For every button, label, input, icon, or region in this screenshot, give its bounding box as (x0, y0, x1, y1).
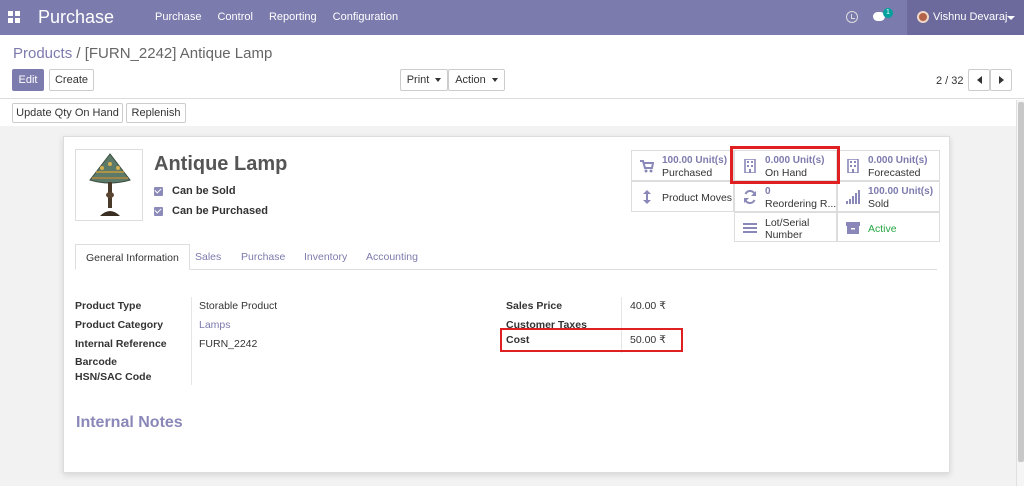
refresh-icon (744, 190, 756, 204)
caret-down-icon (491, 78, 498, 82)
print-dropdown[interactable]: Print (400, 69, 448, 91)
divider (0, 98, 1024, 99)
can-be-sold-label: Can be Sold (172, 185, 236, 197)
tab-accounting[interactable]: Accounting (356, 244, 428, 270)
hsn-sac-code-label: HSN/SAC Code (75, 371, 152, 383)
caret-down-icon (1007, 16, 1015, 20)
breadcrumb-separator: / (76, 45, 81, 62)
sold-smart-button[interactable]: 100.00 Unit(s) Sold (837, 181, 940, 212)
tab-sales[interactable]: Sales (185, 244, 231, 270)
print-label: Print (406, 74, 430, 86)
user-name: Vishnu Devaraj (933, 11, 1008, 23)
sales-price-value[interactable]: 40.00 ₹ (630, 300, 666, 312)
internal-reference-value[interactable]: FURN_2242 (199, 338, 257, 350)
lot-serial-smart-button[interactable]: Lot/Serial Number (734, 212, 837, 242)
sales-price-label: Sales Price (506, 300, 563, 312)
scrollbar-thumb[interactable] (1018, 102, 1024, 462)
purchased-value: 100.00 Unit(s) (662, 155, 728, 166)
pager-previous-button[interactable] (968, 69, 990, 91)
purchased-smart-button[interactable]: 100.00 Unit(s) Purchased (631, 150, 734, 181)
cost-highlight (500, 328, 683, 352)
scrollbar[interactable] (1016, 100, 1024, 486)
replenish-button[interactable]: Replenish (126, 103, 186, 123)
menu-item-reporting[interactable]: Reporting (269, 11, 317, 23)
active-toggle-button[interactable]: Active (837, 212, 940, 242)
activity-clock-icon[interactable] (846, 11, 858, 23)
chevron-left-icon (976, 76, 982, 84)
reordering-value: 0 (765, 186, 771, 197)
caret-down-icon (435, 78, 442, 82)
can-be-purchased-checkbox[interactable] (154, 207, 163, 216)
purchased-label: Purchased (662, 167, 713, 179)
vertical-arrows-icon (643, 190, 651, 204)
product-form-sheet: Antique Lamp Can be Sold Can be Purchase… (63, 136, 950, 473)
product-name: Antique Lamp (154, 153, 288, 175)
user-menu[interactable]: Vishnu Devaraj (907, 0, 1024, 35)
menu-item-control[interactable]: Control (217, 11, 252, 23)
internal-reference-label: Internal Reference (75, 338, 167, 350)
forecasted-label: Forecasted (868, 167, 921, 179)
create-button[interactable]: Create (49, 69, 94, 91)
chevron-right-icon (998, 76, 1004, 84)
lot-serial-label-line2: Number (765, 229, 803, 241)
reordering-rules-smart-button[interactable]: 0 Reordering R... (734, 181, 837, 212)
tab-inventory[interactable]: Inventory (294, 244, 357, 270)
can-be-purchased-label: Can be Purchased (172, 205, 268, 217)
active-label: Active (868, 223, 897, 235)
signal-bars-icon (846, 190, 860, 204)
chat-count-badge: 1 (883, 8, 893, 18)
apps-menu-icon[interactable] (8, 11, 20, 23)
update-qty-on-hand-button[interactable]: Update Qty On Hand (12, 103, 123, 123)
list-icon (743, 223, 757, 233)
product-category-label: Product Category (75, 319, 164, 331)
avatar (917, 11, 929, 23)
building-icon (847, 159, 859, 173)
product-category-link[interactable]: Lamps (199, 319, 231, 331)
breadcrumb-products-link[interactable]: Products (13, 45, 72, 62)
barcode-label: Barcode (75, 356, 118, 368)
product-type-value[interactable]: Storable Product (199, 300, 277, 312)
app-title[interactable]: Purchase (38, 7, 114, 28)
menu-item-configuration[interactable]: Configuration (333, 11, 398, 23)
internal-notes-title: Internal Notes (76, 414, 183, 431)
action-dropdown[interactable]: Action (448, 69, 505, 91)
tab-purchase[interactable]: Purchase (231, 244, 295, 270)
archive-icon (846, 222, 860, 234)
product-image[interactable] (75, 149, 143, 221)
reordering-label: Reordering R... (765, 198, 837, 210)
top-navbar: Purchase Purchase Control Reporting Conf… (0, 0, 1024, 35)
forecasted-value: 0.000 Unit(s) (868, 155, 928, 166)
product-type-label: Product Type (75, 300, 142, 312)
lamp-image-icon (89, 153, 131, 216)
breadcrumb-current: [FURN_2242] Antique Lamp (84, 45, 273, 62)
shopping-cart-icon (640, 160, 654, 173)
edit-button[interactable]: Edit (12, 69, 44, 91)
action-label: Action (455, 74, 486, 86)
sold-value: 100.00 Unit(s) (868, 186, 934, 197)
forecasted-smart-button[interactable]: 0.000 Unit(s) Forecasted (837, 150, 940, 181)
tab-general-information[interactable]: General Information (75, 244, 190, 270)
lot-serial-label-line1: Lot/Serial (765, 217, 810, 229)
notebook-tabs: General Information Sales Purchase Inven… (75, 244, 937, 270)
product-moves-smart-button[interactable]: Product Moves (631, 181, 734, 212)
field-separator (191, 297, 192, 385)
on-hand-highlight (730, 146, 840, 184)
can-be-sold-checkbox[interactable] (154, 187, 163, 196)
sold-label: Sold (868, 198, 890, 210)
breadcrumb: Products / [FURN_2242] Antique Lamp (13, 45, 272, 62)
main-menu: Purchase Control Reporting Configuration (155, 11, 414, 23)
pager-value[interactable]: 2 / 32 (936, 75, 964, 87)
menu-item-purchase[interactable]: Purchase (155, 11, 201, 23)
pager-next-button[interactable] (990, 69, 1012, 91)
product-moves-label: Product Moves (662, 192, 733, 204)
